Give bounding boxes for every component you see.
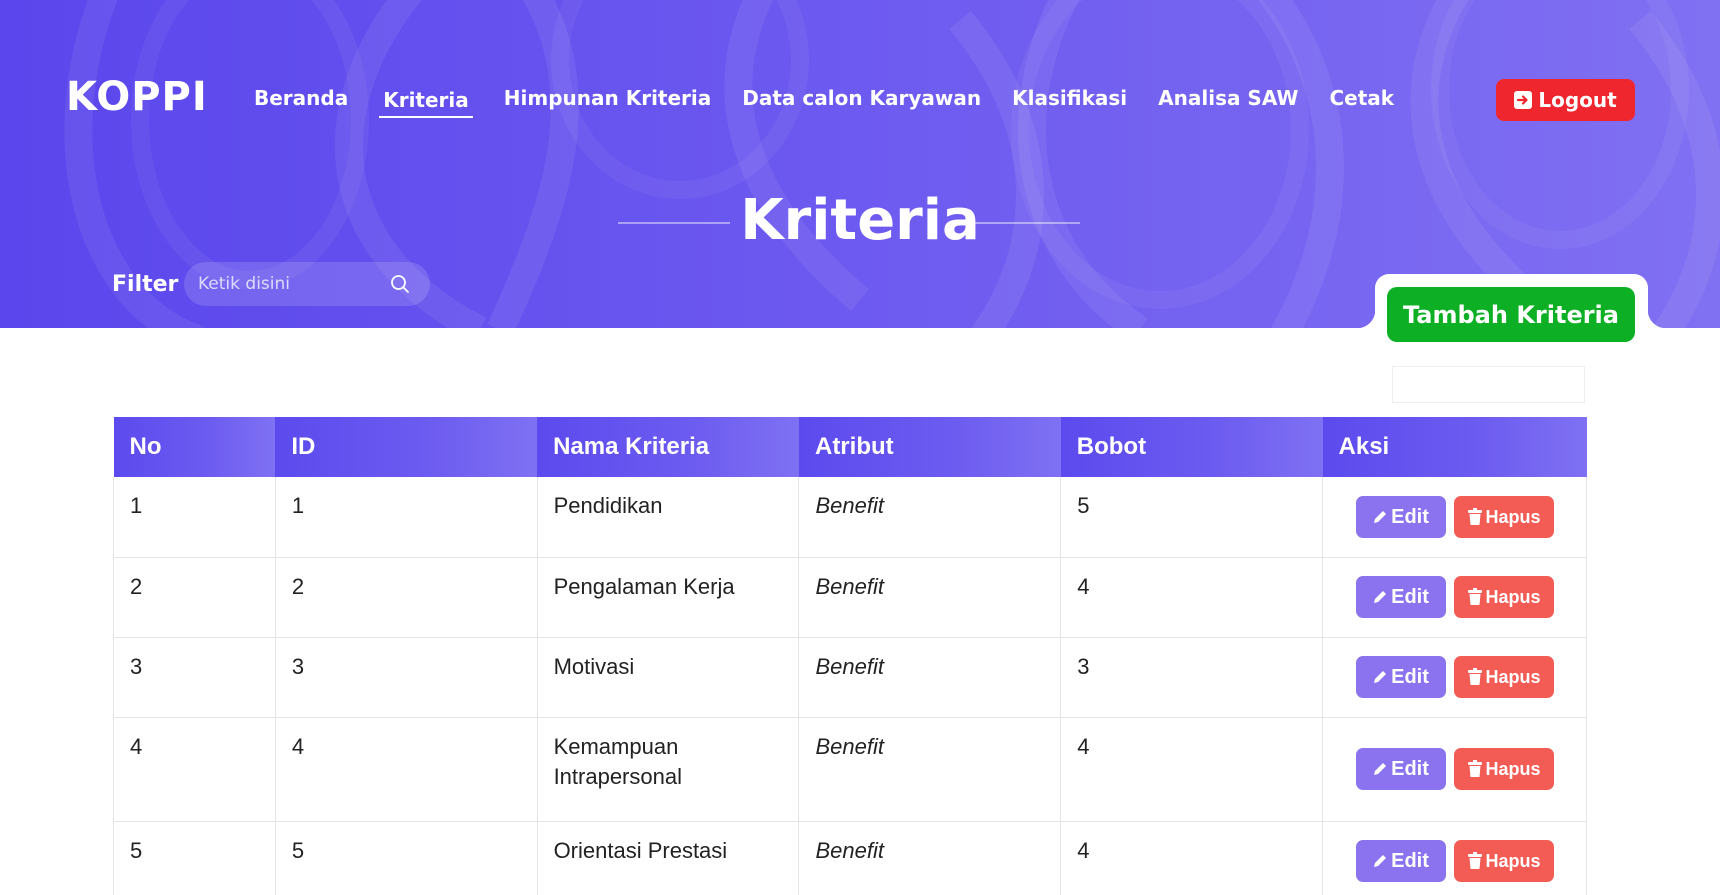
- cell-aksi: Edit Hapus: [1322, 717, 1587, 822]
- main-nav: Beranda Kriteria Himpunan Kriteria Data …: [254, 86, 1425, 118]
- hapus-label: Hapus: [1485, 759, 1541, 779]
- add-kriteria-button[interactable]: Tambah Kriteria: [1387, 287, 1635, 342]
- edit-button[interactable]: Edit: [1355, 748, 1446, 790]
- cell-bobot: 3: [1060, 637, 1323, 718]
- cell-nama: Orientasi Prestasi: [536, 821, 799, 895]
- logout-label: Logout: [1538, 88, 1617, 112]
- table-row: 4 4 Kemampuan Intrapersonal Benefit 4 Ed…: [113, 717, 1587, 822]
- nav-item-himpunan-kriteria[interactable]: Himpunan Kriteria: [504, 86, 711, 118]
- cell-no: 1: [113, 477, 276, 558]
- kriteria-table: No ID Nama Kriteria Atribut Bobot Aksi 1…: [113, 417, 1587, 895]
- cell-aksi: Edit Hapus: [1322, 477, 1587, 558]
- cell-nama: Motivasi: [536, 637, 799, 718]
- hapus-label: Hapus: [1485, 667, 1541, 687]
- cell-no: 3: [113, 637, 276, 718]
- cell-nama: Pengalaman Kerja: [536, 557, 799, 638]
- edit-button[interactable]: Edit: [1355, 576, 1446, 618]
- col-header-id: ID: [275, 417, 538, 477]
- pencil-icon: [1374, 591, 1387, 603]
- cell-bobot: 5: [1060, 477, 1323, 558]
- col-header-no: No: [113, 417, 276, 477]
- cell-no: 2: [113, 557, 276, 638]
- cell-id: 3: [274, 637, 538, 718]
- hapus-button[interactable]: Hapus: [1453, 656, 1554, 698]
- edit-button[interactable]: Edit: [1355, 495, 1446, 538]
- edit-label: Edit: [1391, 505, 1429, 528]
- hapus-label: Hapus: [1485, 506, 1541, 527]
- cell-id: 5: [274, 821, 538, 895]
- trash-icon: [1467, 588, 1482, 605]
- filter-label: Filter: [112, 272, 179, 297]
- tab-fillet-right: [1648, 310, 1666, 328]
- page-title-wrap: Kriteria: [0, 188, 1720, 253]
- cell-nama: Pendidikan: [536, 477, 799, 558]
- logout-button[interactable]: Logout: [1496, 79, 1635, 121]
- cell-nama: Kemampuan Intrapersonal: [536, 717, 799, 822]
- brand-logo[interactable]: KOPPI: [66, 74, 208, 120]
- hapus-button[interactable]: Hapus: [1453, 576, 1554, 618]
- cell-aksi: Edit Hapus: [1322, 637, 1587, 718]
- cell-bobot: 4: [1060, 821, 1323, 895]
- edit-button[interactable]: Edit: [1355, 656, 1446, 698]
- cell-id: 2: [274, 557, 538, 638]
- cell-atribut: Benefit: [798, 717, 1061, 822]
- cell-id: 1: [274, 477, 538, 558]
- search-input[interactable]: [198, 262, 378, 306]
- nav-item-data-calon-karyawan[interactable]: Data calon Karyawan: [742, 86, 981, 118]
- pencil-icon: [1374, 855, 1387, 867]
- cell-atribut: Benefit: [798, 557, 1061, 638]
- page-title: Kriteria: [740, 188, 980, 253]
- table-row: 2 2 Pengalaman Kerja Benefit 4 Edit Hapu…: [113, 557, 1587, 638]
- trash-icon: [1467, 760, 1482, 777]
- cell-bobot: 4: [1060, 717, 1323, 822]
- edit-label: Edit: [1391, 586, 1429, 608]
- tab-fillet-left: [1357, 310, 1375, 328]
- hapus-label: Hapus: [1485, 587, 1541, 607]
- cell-bobot: 4: [1060, 557, 1323, 638]
- empty-placeholder-box: [1392, 366, 1585, 403]
- cell-aksi: Edit Hapus: [1322, 557, 1587, 638]
- filter-search-box: [184, 262, 430, 306]
- cell-aksi: Edit Hapus: [1322, 821, 1587, 895]
- search-icon[interactable]: [390, 274, 410, 294]
- nav-item-analisa-saw[interactable]: Analisa SAW: [1158, 86, 1298, 118]
- table-header-row: No ID Nama Kriteria Atribut Bobot Aksi: [113, 417, 1587, 477]
- pencil-icon: [1374, 510, 1387, 523]
- cell-id: 4: [274, 717, 538, 822]
- trash-icon: [1467, 668, 1482, 685]
- nav-item-beranda[interactable]: Beranda: [254, 86, 348, 118]
- cell-atribut: Benefit: [798, 821, 1061, 895]
- hapus-button[interactable]: Hapus: [1453, 748, 1554, 790]
- table-row: 3 3 Motivasi Benefit 3 Edit Hapus: [113, 637, 1587, 718]
- cell-no: 4: [113, 717, 276, 822]
- hapus-button[interactable]: Hapus: [1453, 495, 1554, 538]
- edit-button[interactable]: Edit: [1355, 840, 1446, 882]
- col-header-atribut: Atribut: [798, 417, 1061, 477]
- trash-icon: [1467, 507, 1482, 525]
- table-row: 1 1 Pendidikan Benefit 5 Edit Hapus: [113, 477, 1587, 558]
- edit-label: Edit: [1391, 758, 1429, 780]
- logout-arrow-icon: [1514, 91, 1533, 109]
- pencil-icon: [1374, 763, 1387, 775]
- cell-atribut: Benefit: [798, 477, 1061, 558]
- edit-label: Edit: [1391, 666, 1429, 688]
- cell-no: 5: [113, 821, 276, 895]
- nav-item-cetak[interactable]: Cetak: [1329, 86, 1394, 118]
- table-row: 5 5 Orientasi Prestasi Benefit 4 Edit Ha…: [113, 821, 1587, 895]
- col-header-bobot: Bobot: [1060, 417, 1323, 477]
- pencil-icon: [1374, 671, 1387, 683]
- title-divider-right: [968, 222, 1080, 224]
- trash-icon: [1467, 852, 1482, 869]
- nav-item-klasifikasi[interactable]: Klasifikasi: [1012, 86, 1127, 118]
- col-header-nama-kriteria: Nama Kriteria: [537, 417, 799, 477]
- hapus-button[interactable]: Hapus: [1453, 840, 1554, 882]
- edit-label: Edit: [1391, 850, 1429, 872]
- cell-atribut: Benefit: [798, 637, 1061, 718]
- col-header-aksi: Aksi: [1322, 417, 1587, 477]
- nav-item-kriteria[interactable]: Kriteria: [379, 85, 473, 118]
- hapus-label: Hapus: [1485, 851, 1541, 871]
